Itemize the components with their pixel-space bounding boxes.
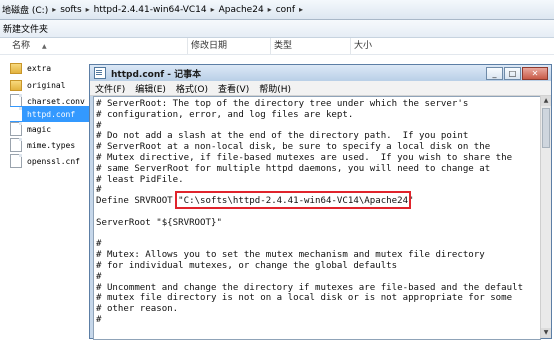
breadcrumb-conf[interactable]: conf bbox=[274, 5, 297, 15]
address-bar[interactable]: 地磁盘 (C:) ▸ softs ▸ httpd-2.4.41-win64-VC… bbox=[0, 0, 554, 20]
file-icon bbox=[10, 154, 22, 168]
folder-icon bbox=[10, 63, 22, 74]
highlight-annotation bbox=[175, 191, 411, 209]
text-line: # for individual mutexes, or change the … bbox=[96, 261, 398, 271]
sort-up-icon: ▲ bbox=[42, 43, 47, 50]
file-name: mime.types bbox=[27, 140, 76, 150]
menu-file[interactable]: 文件(F) bbox=[90, 82, 130, 95]
list-item[interactable]: extra bbox=[10, 60, 92, 76]
chevron-right-icon[interactable]: ▸ bbox=[84, 5, 92, 14]
text-line: # bbox=[96, 239, 102, 249]
file-list: extra original charset.conv httpd.conf m… bbox=[0, 58, 100, 337]
list-item-selected[interactable]: httpd.conf bbox=[10, 106, 92, 122]
column-name[interactable]: 名称 ▲ bbox=[0, 38, 194, 54]
scroll-up-icon[interactable]: ▲ bbox=[541, 96, 551, 106]
menu-view[interactable]: 查看(V) bbox=[213, 82, 254, 95]
close-button[interactable]: ✕ bbox=[522, 67, 548, 80]
column-modified[interactable]: 修改日期 bbox=[187, 38, 269, 54]
text-line: # bbox=[96, 315, 102, 325]
window-title: httpd.conf - 记事本 bbox=[111, 69, 202, 80]
text-line: # ServerRoot at a non-local disk, be sur… bbox=[96, 142, 491, 152]
text-line: # mutex file directory is not on a local… bbox=[96, 293, 513, 303]
text-line: # configuration, error, and log files ar… bbox=[96, 110, 354, 120]
menu-format[interactable]: 格式(O) bbox=[171, 82, 213, 95]
text-line: # other reason. bbox=[96, 304, 179, 314]
breadcrumb-drive[interactable]: 地磁盘 (C:) bbox=[0, 3, 50, 16]
text-line: # Do not add a slash at the end of the d… bbox=[96, 131, 469, 141]
text-line: # bbox=[96, 185, 102, 195]
column-size[interactable]: 大小 bbox=[350, 38, 414, 54]
file-name: original bbox=[27, 80, 66, 90]
notepad-icon bbox=[94, 67, 106, 79]
menu-edit[interactable]: 编辑(E) bbox=[130, 82, 171, 95]
list-item[interactable]: original bbox=[10, 77, 92, 93]
text-line: # least PidFile. bbox=[96, 175, 184, 185]
text-editor[interactable]: # ServerRoot: The top of the directory t… bbox=[93, 96, 541, 340]
file-name: httpd.conf bbox=[27, 109, 76, 119]
file-icon bbox=[10, 122, 22, 136]
column-name-label: 名称 bbox=[12, 41, 31, 51]
notepad-window: httpd.conf - 记事本 _ □ ✕ 文件(F) 编辑(E) 格式(O)… bbox=[89, 64, 552, 340]
breadcrumb-apache24[interactable]: Apache24 bbox=[217, 5, 266, 15]
window-controls: _ □ ✕ bbox=[486, 67, 548, 80]
chevron-right-icon[interactable]: ▸ bbox=[297, 5, 305, 14]
chevron-right-icon[interactable]: ▸ bbox=[50, 5, 58, 14]
folder-icon bbox=[10, 80, 22, 91]
column-type[interactable]: 类型 bbox=[270, 38, 350, 54]
menu-bar: 文件(F) 编辑(E) 格式(O) 查看(V) 帮助(H) bbox=[90, 81, 551, 96]
new-folder-button[interactable]: 新建文件夹 bbox=[0, 22, 48, 35]
maximize-button[interactable]: □ bbox=[504, 67, 521, 80]
vertical-scrollbar[interactable]: ▲ ▼ bbox=[540, 96, 551, 338]
text-line: # Mutex directive, if file-based mutexes… bbox=[96, 153, 513, 163]
minimize-button[interactable]: _ bbox=[486, 67, 503, 80]
text-line: # bbox=[96, 272, 102, 282]
file-name: magic bbox=[27, 124, 52, 134]
file-name: extra bbox=[27, 63, 52, 73]
text-line: # Mutex: Allows you to set the mutex mec… bbox=[96, 250, 485, 260]
explorer-toolbar: 新建文件夹 bbox=[0, 20, 554, 38]
file-icon bbox=[10, 138, 22, 152]
breadcrumb-httpd[interactable]: httpd-2.4.41-win64-VC14 bbox=[92, 5, 209, 15]
list-item[interactable]: openssl.cnf bbox=[10, 153, 92, 169]
file-name: charset.conv bbox=[27, 96, 85, 106]
text-line: ServerRoot "${SRVROOT}" bbox=[96, 218, 222, 228]
breadcrumb-softs[interactable]: softs bbox=[58, 5, 83, 15]
text-line: # ServerRoot: The top of the directory t… bbox=[96, 99, 469, 109]
title-bar[interactable]: httpd.conf - 记事本 _ □ ✕ bbox=[90, 65, 551, 81]
list-item[interactable]: mime.types bbox=[10, 137, 92, 153]
chevron-right-icon[interactable]: ▸ bbox=[209, 5, 217, 14]
text-line: # same ServerRoot for multiple httpd dae… bbox=[96, 164, 491, 174]
chevron-right-icon[interactable]: ▸ bbox=[266, 5, 274, 14]
list-item[interactable]: magic bbox=[10, 121, 92, 137]
file-name: openssl.cnf bbox=[27, 156, 80, 166]
scroll-thumb[interactable] bbox=[542, 108, 550, 148]
column-headers: 名称 ▲ 修改日期 类型 大小 bbox=[0, 38, 554, 55]
file-icon bbox=[10, 107, 22, 121]
menu-help[interactable]: 帮助(H) bbox=[254, 82, 296, 95]
